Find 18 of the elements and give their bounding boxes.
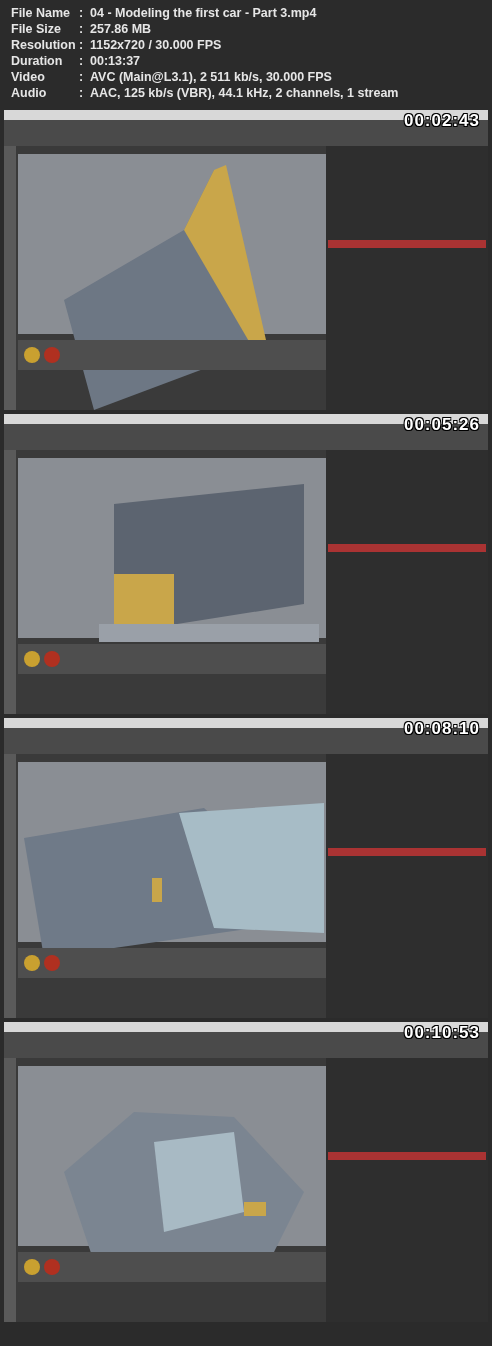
info-label: File Size <box>11 21 63 37</box>
colon: : <box>79 53 85 69</box>
info-value: AAC, 125 kb/s (VBR), 44.1 kHz, 2 channels, 1 stream <box>90 85 399 101</box>
info-label: Audio <box>11 85 48 101</box>
info-value: 1152x720 / 30.000 FPS <box>90 37 222 53</box>
info-value: 257.86 MB <box>90 21 152 37</box>
info-value: 00:13:37 <box>90 53 141 69</box>
info-label: File Name <box>11 5 72 21</box>
info-value: 04 - Modeling the first car - Part 3.mp4 <box>90 5 317 21</box>
colon: : <box>79 85 85 101</box>
colon: : <box>79 37 85 53</box>
info-label: Video <box>11 69 46 85</box>
info-label: Resolution <box>11 37 77 53</box>
info-label: Duration <box>11 53 64 69</box>
colon: : <box>79 5 85 21</box>
colon: : <box>79 21 85 37</box>
colon: : <box>79 69 85 85</box>
info-value: AVC (Main@L3.1), 2 511 kb/s, 30.000 FPS <box>90 69 332 85</box>
